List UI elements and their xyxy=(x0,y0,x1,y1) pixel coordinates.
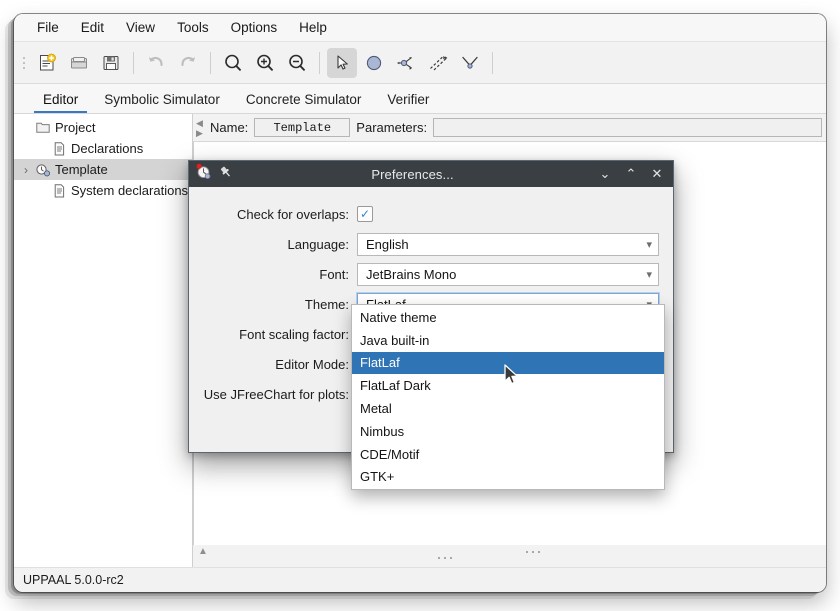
dialog-title-bar[interactable]: Preferences... ⌄ ⌃ ✕ xyxy=(189,161,673,187)
row-font: Font: JetBrains Mono ▾ xyxy=(189,259,659,289)
chevron-down-icon: ▾ xyxy=(646,238,652,251)
tab-symbolic-simulator[interactable]: Symbolic Simulator xyxy=(91,88,233,113)
check-for-overlaps-label: Check for overlaps: xyxy=(237,206,349,222)
status-bar: UPPAAL 5.0.0-rc2 xyxy=(14,567,826,592)
tab-verifier[interactable]: Verifier xyxy=(374,88,442,113)
uppaal-logo-icon xyxy=(195,163,213,186)
use-jfreechart-label: Use JFreeChart for plots: xyxy=(203,386,349,402)
toolbar-separator xyxy=(210,51,211,74)
row-language: Language: English ▾ xyxy=(189,229,659,259)
minimize-button[interactable]: ⌄ xyxy=(592,163,618,185)
parameters-input[interactable] xyxy=(433,118,822,137)
undo-arrow-icon[interactable] xyxy=(141,48,171,78)
chevron-up-icon[interactable]: ▲ xyxy=(198,546,208,557)
document-icon xyxy=(50,183,68,198)
document-icon xyxy=(50,141,68,156)
row-check-for-overlaps: Check for overlaps: ✓ xyxy=(189,199,659,229)
zoom-in-icon[interactable] xyxy=(250,48,280,78)
language-value: English xyxy=(366,236,409,252)
select-pointer-icon[interactable] xyxy=(327,47,357,78)
pin-icon[interactable] xyxy=(219,165,233,184)
theme-option-metal[interactable]: Metal xyxy=(352,397,664,420)
name-label: Name: xyxy=(210,120,249,135)
zoom-fit-icon[interactable] xyxy=(218,48,248,78)
theme-option-flatlaf-dark[interactable]: FlatLaf Dark xyxy=(352,374,664,397)
uppaal-main-window: File Edit View Tools Options Help Editor… xyxy=(14,14,826,592)
template-name-bar: ◀ ▶ Name: Template Parameters: xyxy=(193,114,826,142)
toolbar-separator xyxy=(133,51,134,74)
tree-item-system-declarations[interactable]: System declarations xyxy=(14,180,192,201)
redo-arrow-icon[interactable] xyxy=(173,48,203,78)
menu-edit[interactable]: Edit xyxy=(70,17,115,38)
close-button[interactable]: ✕ xyxy=(644,163,670,185)
location-circle-icon[interactable] xyxy=(359,48,389,78)
tree-item-declarations[interactable]: Declarations xyxy=(14,138,192,159)
save-floppy-icon[interactable] xyxy=(96,48,126,78)
theme-dropdown-list[interactable]: Native theme Java built-in FlatLaf FlatL… xyxy=(351,304,665,491)
toolbar-separator xyxy=(492,51,493,74)
menu-file[interactable]: File xyxy=(26,17,70,38)
template-icon xyxy=(34,163,52,177)
tab-concrete-simulator[interactable]: Concrete Simulator xyxy=(233,88,375,113)
zoom-out-icon[interactable] xyxy=(282,48,312,78)
font-combobox[interactable]: JetBrains Mono ▾ xyxy=(357,262,659,286)
splitter-grip-right[interactable] xyxy=(526,551,540,553)
project-tree: Project Declarations › Template System d… xyxy=(14,114,193,567)
chevron-down-icon: ▾ xyxy=(646,268,652,281)
splitter-grip-left[interactable] xyxy=(438,557,452,559)
menu-bar: File Edit View Tools Options Help xyxy=(14,14,826,42)
menu-view[interactable]: View xyxy=(115,17,166,38)
tree-item-label: Project xyxy=(55,120,96,135)
check-for-overlaps-checkbox[interactable]: ✓ xyxy=(357,206,373,222)
menu-tools[interactable]: Tools xyxy=(166,17,220,38)
font-scaling-factor-label: Font scaling factor: xyxy=(239,326,349,342)
tree-expander[interactable]: › xyxy=(18,163,34,177)
font-value: JetBrains Mono xyxy=(366,266,457,282)
edge-tool-icon[interactable] xyxy=(423,48,453,78)
menu-options[interactable]: Options xyxy=(220,17,289,38)
version-label: UPPAAL 5.0.0-rc2 xyxy=(23,573,124,587)
branchpoint-icon[interactable] xyxy=(391,48,421,78)
split-collapse-handle[interactable]: ◀ ▶ xyxy=(195,115,204,141)
tab-editor[interactable]: Editor xyxy=(30,88,91,113)
font-label: Font: xyxy=(319,266,349,282)
theme-option-java-built-in[interactable]: Java built-in xyxy=(352,329,664,352)
tree-item-project[interactable]: Project xyxy=(14,117,192,138)
tree-item-template[interactable]: › Template xyxy=(14,159,192,180)
parameters-label: Parameters: xyxy=(356,120,428,135)
template-name-input[interactable]: Template xyxy=(254,118,351,137)
theme-option-flatlaf[interactable]: FlatLaf xyxy=(352,351,664,375)
editor-mode-label: Editor Mode: xyxy=(275,356,349,372)
theme-option-native-theme[interactable]: Native theme xyxy=(352,306,664,329)
desktop-background: File Edit View Tools Options Help Editor… xyxy=(0,0,840,611)
toolbar-drag-handle[interactable] xyxy=(20,51,28,75)
theme-option-nimbus[interactable]: Nimbus xyxy=(352,420,664,443)
dialog-title: Preferences... xyxy=(371,166,454,182)
theme-label: Theme: xyxy=(304,296,349,312)
toolbar-separator xyxy=(319,51,320,74)
language-label: Language: xyxy=(287,236,349,252)
checkmark-icon: ✓ xyxy=(359,206,371,221)
tree-item-label: Template xyxy=(55,162,108,177)
toolbar xyxy=(14,42,826,84)
nail-tool-icon[interactable] xyxy=(455,48,485,78)
bottom-splitter-strip: ▲ xyxy=(193,545,826,567)
folder-icon xyxy=(34,121,52,134)
new-document-icon[interactable] xyxy=(32,48,62,78)
menu-help[interactable]: Help xyxy=(288,17,338,38)
language-combobox[interactable]: English ▾ xyxy=(357,232,659,256)
tree-item-label: System declarations xyxy=(71,183,189,198)
maximize-button[interactable]: ⌃ xyxy=(618,163,644,185)
tree-item-label: Declarations xyxy=(71,141,144,156)
theme-option-cde-motif[interactable]: CDE/Motif xyxy=(352,443,664,466)
theme-option-gtk[interactable]: GTK+ xyxy=(352,466,664,489)
tab-bar: Editor Symbolic Simulator Concrete Simul… xyxy=(14,84,826,114)
open-folder-icon[interactable] xyxy=(64,48,94,78)
